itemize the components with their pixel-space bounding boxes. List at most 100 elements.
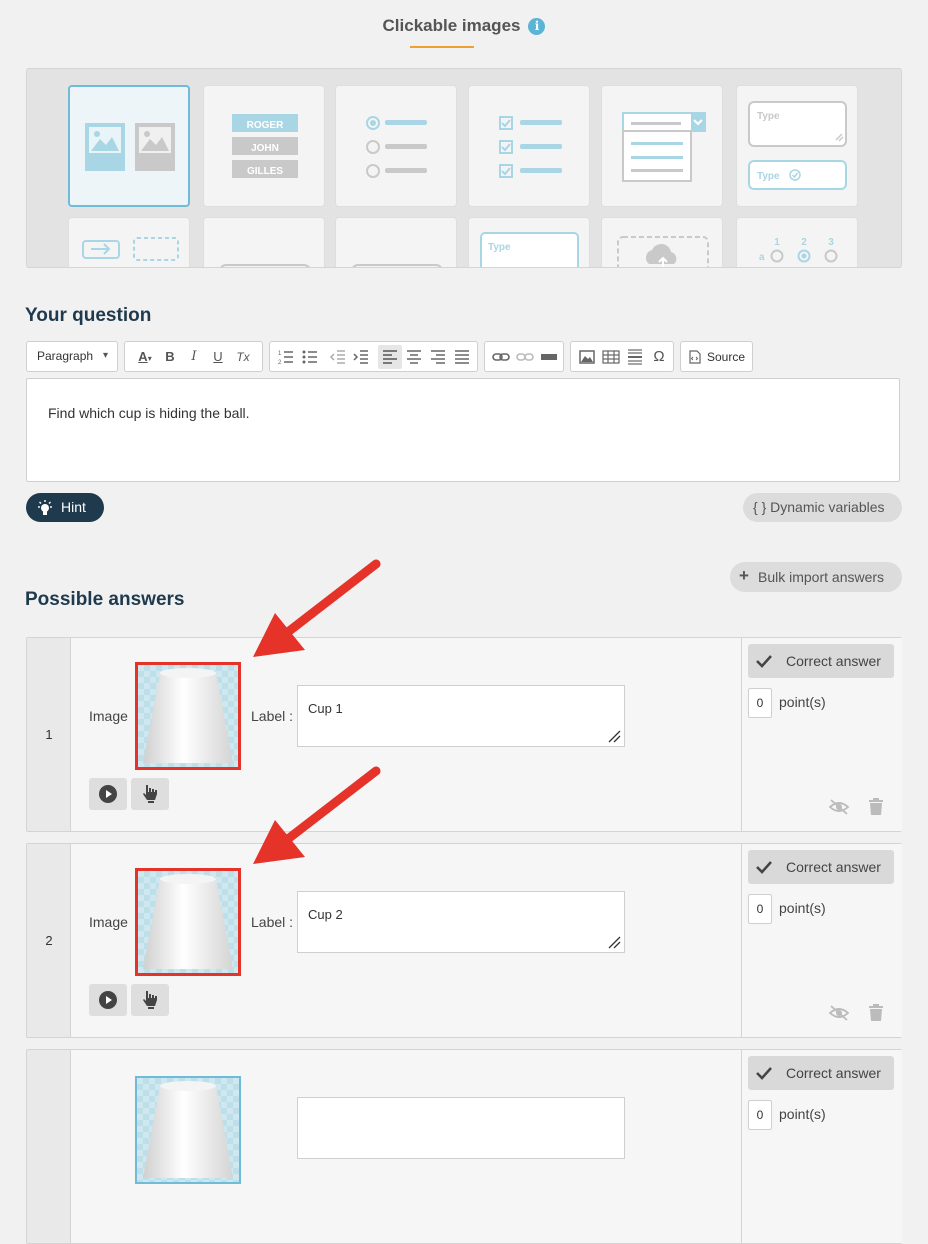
annotation-arrow-icon (253, 559, 381, 657)
points-label: point(s) (779, 694, 826, 710)
unlink-icon[interactable] (515, 347, 535, 367)
answer-label-input[interactable] (297, 1097, 625, 1159)
tile-fill-blank[interactable]: Type (468, 217, 590, 267)
tile-free-text[interactable]: Type Type (736, 85, 858, 207)
horizontal-rule-icon[interactable] (625, 347, 645, 367)
drag-drop-icon (82, 237, 179, 261)
tile-blank-2[interactable] (335, 217, 457, 267)
insert-group: Ω (570, 341, 674, 372)
visibility-off-icon[interactable] (828, 1004, 850, 1022)
underline-icon[interactable]: U (208, 347, 228, 367)
info-icon[interactable]: i (528, 18, 546, 36)
answer-label-input[interactable]: Cup 1 (297, 685, 625, 747)
check-icon (756, 861, 772, 874)
indent-icon[interactable] (351, 347, 371, 367)
bullet-list-icon[interactable] (300, 347, 320, 367)
align-left-icon[interactable] (380, 347, 400, 367)
visibility-off-icon[interactable] (828, 798, 850, 816)
answer-image-3[interactable] (135, 1076, 241, 1184)
align-justify-icon[interactable] (452, 347, 472, 367)
text-input-icon: Type Type (748, 101, 847, 190)
cloud-upload-icon (617, 236, 709, 267)
anchor-icon[interactable] (539, 347, 559, 367)
cup-image (143, 874, 233, 969)
dynamic-variables-button[interactable]: { } Dynamic variables (743, 493, 902, 522)
answer-image-1[interactable] (135, 662, 241, 770)
tile-file-upload[interactable] (601, 217, 723, 267)
table-icon[interactable] (601, 347, 621, 367)
answer-image-2[interactable] (135, 868, 241, 976)
play-button[interactable] (89, 778, 127, 810)
align-right-icon[interactable] (428, 347, 448, 367)
label-label: Label : (251, 708, 294, 724)
source-button[interactable]: Source (680, 341, 753, 372)
dropdown-icon (622, 112, 706, 182)
fill-blank-icon: Type (480, 232, 579, 267)
image-icon[interactable] (577, 347, 597, 367)
click-area-button[interactable] (131, 778, 169, 810)
answer-label-value[interactable]: Cup 1 (308, 701, 343, 716)
question-type-picker: ROGER JOHN GILLES Type Type Type 1 2 3 a (26, 68, 902, 268)
chevron-down-icon: ▾ (103, 350, 109, 361)
correct-answer-label: Correct answer (786, 859, 881, 875)
italic-icon[interactable]: I (184, 347, 204, 367)
tile-blank-1[interactable] (203, 217, 325, 267)
bulk-import-button[interactable]: + Bulk import answers (730, 562, 902, 592)
matrix-row: a (759, 252, 765, 263)
svg-text:1: 1 (278, 351, 282, 357)
correct-answer-label: Correct answer (786, 1065, 881, 1081)
checkbox-list-icon (499, 116, 562, 178)
link-icon[interactable] (491, 347, 511, 367)
trash-icon[interactable] (868, 797, 884, 816)
bulk-import-label: Bulk import answers (758, 569, 885, 585)
lightbulb-icon (38, 500, 52, 515)
align-center-icon[interactable] (404, 347, 424, 367)
correct-answer-button[interactable]: Correct answer (748, 850, 894, 884)
points-input[interactable]: 0 (748, 1100, 772, 1130)
question-text[interactable]: Find which cup is hiding the ball. (48, 405, 250, 421)
answer-number-col: 2 (27, 844, 71, 1037)
placeholder-icon-2 (352, 264, 442, 267)
ordered-list-icon[interactable]: 12 (276, 347, 296, 367)
format-select[interactable]: Paragraph ▾ (26, 341, 118, 372)
answer-label-value[interactable]: Cup 2 (308, 907, 343, 922)
hint-button[interactable]: Hint (26, 493, 104, 522)
svg-text:2: 2 (278, 360, 282, 366)
answer-row-3: Correct answer 0 point(s) (26, 1049, 902, 1244)
points-input[interactable]: 0 (748, 894, 772, 924)
tile-single-choice[interactable] (335, 85, 457, 207)
tile-dropdown[interactable] (601, 85, 723, 207)
tile-clickable-images[interactable] (68, 85, 190, 207)
placeholder-icon-1 (220, 264, 310, 267)
points-label: point(s) (779, 900, 826, 916)
resize-handle-icon[interactable] (607, 935, 621, 949)
tile-drag-labels[interactable]: ROGER JOHN GILLES (203, 85, 325, 207)
tile-drag-drop[interactable] (68, 217, 190, 267)
tile-multiple-choice[interactable] (468, 85, 590, 207)
matrix-col-3: 3 (828, 237, 834, 248)
play-button[interactable] (89, 984, 127, 1016)
trash-icon[interactable] (868, 1003, 884, 1022)
page-title: Clickable images i (0, 16, 928, 36)
title-underline (410, 46, 474, 48)
matrix-col-2: 2 (801, 237, 807, 248)
tile-matrix[interactable]: 1 2 3 a (736, 217, 858, 267)
question-editor[interactable]: Find which cup is hiding the ball. (26, 378, 900, 482)
correct-answer-button[interactable]: Correct answer (748, 1056, 894, 1090)
pointer-hand-icon (143, 991, 157, 1009)
points-label: point(s) (779, 1106, 826, 1122)
points-input[interactable]: 0 (748, 688, 772, 718)
answer-settings: Correct answer 0 point(s) (741, 638, 902, 831)
bold-icon[interactable]: B (160, 347, 180, 367)
text-color-icon[interactable]: A▾ (133, 347, 157, 367)
resize-handle-icon[interactable] (607, 729, 621, 743)
outdent-icon[interactable] (328, 347, 348, 367)
special-char-icon[interactable]: Ω (649, 347, 669, 367)
answer-settings: Correct answer 0 point(s) (741, 844, 902, 1037)
correct-answer-button[interactable]: Correct answer (748, 644, 894, 678)
source-icon (689, 350, 701, 364)
answer-label-input[interactable]: Cup 2 (297, 891, 625, 953)
click-area-button[interactable] (131, 984, 169, 1016)
clear-format-icon[interactable]: Tx (233, 347, 253, 367)
label-label: Label : (251, 914, 294, 930)
